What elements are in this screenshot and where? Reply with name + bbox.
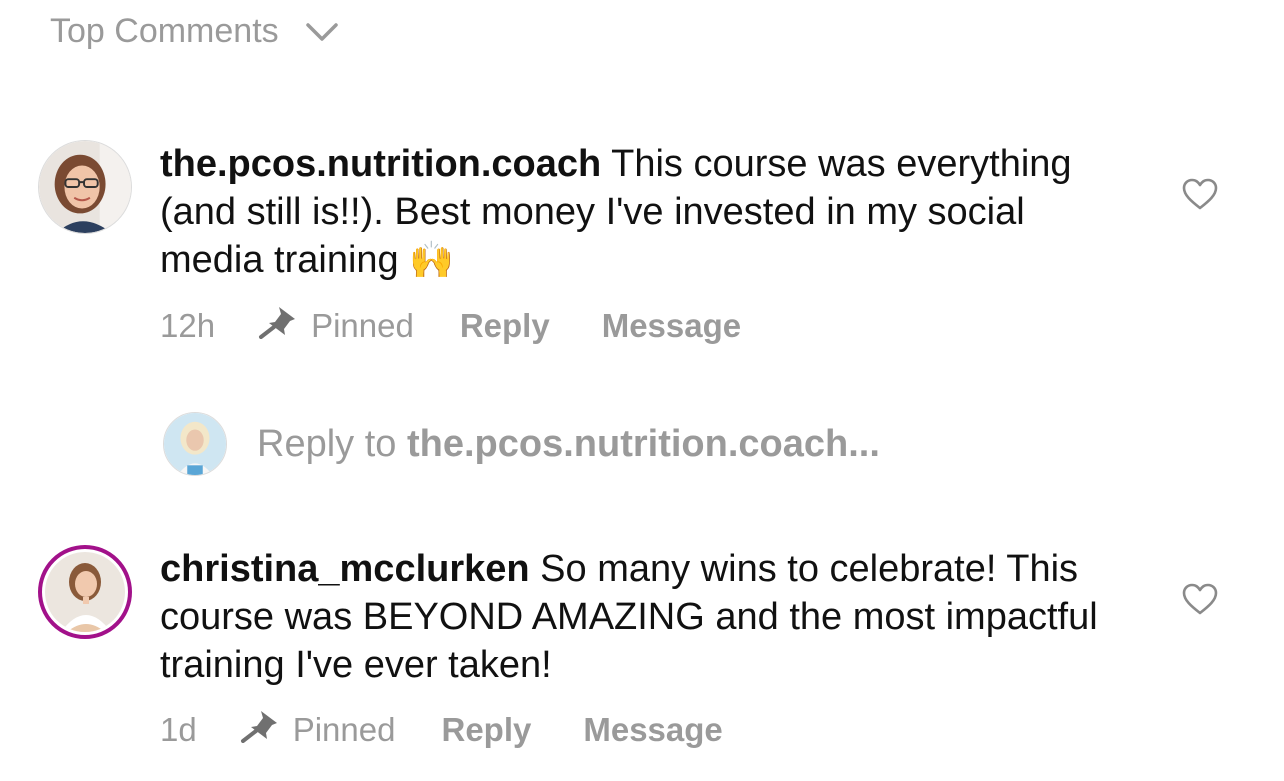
pin-icon <box>239 709 293 751</box>
pinned-label: Pinned <box>292 711 396 748</box>
comment-meta: 12h Pinned Reply Message <box>160 305 1120 347</box>
raising-hands-emoji: 🙌 <box>409 240 455 281</box>
comment-meta: 1d Pinned Reply Message <box>160 709 1120 751</box>
pin-icon <box>257 305 311 347</box>
comment-timestamp[interactable]: 1d <box>160 711 197 749</box>
avatar[interactable] <box>38 545 132 639</box>
reply-button[interactable]: Reply <box>441 711 531 749</box>
pinned-indicator: Pinned <box>239 709 396 751</box>
current-user-avatar <box>163 412 227 476</box>
heart-outline-icon <box>1181 177 1219 216</box>
pinned-indicator: Pinned <box>257 305 414 347</box>
sort-comments-dropdown[interactable]: Top Comments <box>50 12 339 51</box>
like-button[interactable] <box>1180 583 1220 619</box>
like-button[interactable] <box>1180 178 1220 214</box>
message-button[interactable]: Message <box>602 307 741 345</box>
comment-username[interactable]: the.pcos.nutrition.coach <box>160 143 601 185</box>
reply-prefix: Reply to <box>257 422 407 465</box>
message-button[interactable]: Message <box>583 711 722 749</box>
comment-body: the.pcos.nutrition.coach This course was… <box>160 140 1120 347</box>
reply-input[interactable]: Reply to the.pcos.nutrition.coach... <box>163 412 880 476</box>
comment-text: the.pcos.nutrition.coach This course was… <box>160 140 1120 285</box>
chevron-down-icon <box>305 22 339 42</box>
sort-label: Top Comments <box>50 12 279 50</box>
avatar[interactable] <box>38 140 132 234</box>
comment-username[interactable]: christina_mcclurken <box>160 548 530 590</box>
reply-button[interactable]: Reply <box>460 307 550 345</box>
heart-outline-icon <box>1181 582 1219 621</box>
reply-placeholder: Reply to the.pcos.nutrition.coach... <box>257 423 880 466</box>
pinned-label: Pinned <box>311 307 414 344</box>
comment-body: christina_mcclurken So many wins to cele… <box>160 545 1120 751</box>
comment-text: christina_mcclurken So many wins to cele… <box>160 545 1120 689</box>
reply-target: the.pcos.nutrition.coach... <box>406 422 880 465</box>
comment-timestamp[interactable]: 12h <box>160 307 215 345</box>
